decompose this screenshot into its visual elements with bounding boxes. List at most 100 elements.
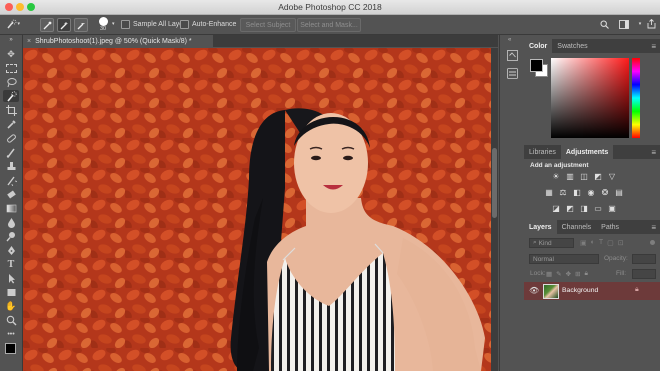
tab-libraries[interactable]: Libraries — [524, 145, 561, 159]
chevron-down-icon[interactable]: ▾ — [636, 18, 644, 30]
clone-stamp-tool-icon[interactable] — [3, 160, 19, 172]
sample-all-layers-checkbox[interactable]: Sample All Layers — [121, 18, 189, 30]
filter-shape-icon[interactable]: ▢ — [607, 239, 614, 247]
fill-field[interactable] — [632, 269, 656, 279]
lock-artboard-icon[interactable]: ⊞ — [575, 270, 580, 278]
collapse-dock-icon[interactable]: « — [508, 37, 511, 43]
color-picker-field[interactable] — [551, 58, 629, 138]
title-bar: Adobe Photoshop CC 2018 — [0, 0, 660, 15]
select-and-mask-button[interactable]: Select and Mask... — [297, 18, 361, 32]
workspace-icon[interactable] — [619, 18, 629, 30]
brightness-contrast-icon[interactable]: ☀ — [551, 172, 561, 181]
marquee-tool-icon[interactable] — [3, 62, 19, 74]
layer-name: Background — [562, 287, 599, 294]
history-brush-tool-icon[interactable] — [3, 174, 19, 186]
tab-paths[interactable]: Paths — [596, 220, 624, 234]
zoom-tool-icon[interactable] — [3, 314, 19, 326]
tab-channels[interactable]: Channels — [557, 220, 597, 234]
visibility-eye-icon[interactable]: 👁︎ — [529, 286, 539, 295]
brush-add-icon — [60, 21, 67, 29]
color-balance-icon[interactable]: ⚖ — [558, 188, 568, 197]
crop-tool-icon[interactable] — [3, 104, 19, 116]
hue-slider[interactable] — [632, 58, 640, 138]
curves-icon[interactable]: ◫ — [579, 172, 589, 181]
levels-icon[interactable]: ▥ — [565, 172, 575, 181]
tab-swatches[interactable]: Swatches — [552, 39, 592, 53]
collapse-toolbar-icon[interactable]: » — [3, 37, 19, 43]
hue-saturation-icon[interactable]: ▦ — [544, 188, 554, 197]
gradient-tool-icon[interactable] — [3, 202, 19, 214]
document-tab-bar: × ShrubPhotoshoot(1).jpeg @ 50% (Quick M… — [23, 35, 498, 47]
add-to-selection-button[interactable] — [57, 18, 71, 32]
tool-preset-picker[interactable]: ▾ — [6, 18, 20, 30]
chevron-down-icon[interactable]: ▾ — [112, 18, 115, 30]
blur-tool-icon[interactable] — [3, 216, 19, 228]
eraser-tool-icon[interactable] — [3, 188, 19, 200]
channel-mixer-icon[interactable]: ❂ — [600, 188, 610, 197]
tab-layers[interactable]: Layers — [524, 220, 557, 234]
black-white-icon[interactable]: ◧ — [572, 188, 582, 197]
filter-adjustment-icon[interactable]: ◐ — [591, 239, 595, 247]
panel-menu-icon[interactable]: ≡ — [651, 42, 656, 51]
opacity-field[interactable] — [632, 254, 656, 264]
opacity-label: Opacity: — [604, 255, 628, 262]
eyedropper-tool-icon[interactable] — [3, 118, 19, 130]
lock-position-icon[interactable]: ✥ — [566, 270, 571, 278]
new-selection-mode-button[interactable] — [40, 18, 54, 32]
healing-brush-tool-icon[interactable] — [3, 132, 19, 144]
scrollbar-thumb[interactable] — [492, 148, 497, 218]
lasso-tool-icon[interactable] — [3, 76, 19, 88]
canvas-vertical-scrollbar[interactable] — [491, 48, 498, 371]
quick-selection-tool-icon[interactable] — [3, 90, 19, 102]
history-panel-icon[interactable] — [505, 49, 519, 61]
exposure-icon[interactable]: ◩ — [593, 172, 603, 181]
filter-pixel-icon[interactable]: ▣ — [580, 239, 587, 247]
foreground-color-swatch[interactable] — [5, 343, 16, 354]
auto-enhance-label: Auto-Enhance — [192, 20, 237, 28]
properties-panel-icon[interactable] — [505, 67, 519, 79]
document-tab[interactable]: × ShrubPhotoshoot(1).jpeg @ 50% (Quick M… — [23, 35, 213, 47]
document-canvas[interactable] — [23, 48, 491, 371]
auto-enhance-checkbox[interactable]: Auto-Enhance — [180, 18, 236, 30]
tab-color[interactable]: Color — [524, 39, 553, 53]
dodge-tool-icon[interactable] — [3, 230, 19, 242]
filter-toggle-icon[interactable] — [650, 240, 655, 245]
more-tools-icon[interactable]: ••• — [3, 328, 19, 340]
posterize-icon[interactable]: ◩ — [565, 204, 575, 213]
share-icon[interactable] — [646, 18, 656, 30]
lock-image-icon[interactable]: ✎ — [556, 270, 561, 278]
lock-transparent-icon[interactable]: ▦ — [546, 270, 552, 278]
panel-menu-icon[interactable]: ≡ — [651, 223, 656, 232]
rectangle-tool-icon[interactable] — [3, 286, 19, 298]
blend-mode-value: Normal — [533, 255, 554, 263]
brush-tool-icon[interactable] — [3, 146, 19, 158]
subtract-from-selection-button[interactable] — [74, 18, 88, 32]
pen-tool-icon[interactable] — [3, 244, 19, 256]
tab-adjustments[interactable]: Adjustments — [560, 145, 614, 159]
layer-lock-icon: 🔒︎ — [635, 286, 639, 293]
gradient-map-icon[interactable]: ▭ — [593, 204, 603, 213]
threshold-icon[interactable]: ◨ — [579, 204, 589, 213]
path-selection-tool-icon[interactable] — [3, 272, 19, 284]
type-tool-icon[interactable]: T — [3, 258, 19, 270]
select-subject-button[interactable]: Select Subject — [240, 18, 296, 32]
search-icon[interactable] — [599, 18, 609, 30]
close-tab-icon[interactable]: × — [27, 38, 31, 45]
blend-mode-select[interactable]: Normal — [529, 254, 599, 264]
color-lookup-icon[interactable]: ▤ — [614, 188, 624, 197]
selective-color-icon[interactable]: ▣ — [607, 204, 617, 213]
lock-all-icon[interactable]: 🔒︎ — [585, 270, 588, 278]
invert-icon[interactable]: ◪ — [551, 204, 561, 213]
filter-smart-icon[interactable]: ⊡ — [618, 239, 624, 247]
brush-size-picker[interactable]: 30 — [93, 16, 113, 32]
foreground-color-swatch[interactable] — [530, 59, 543, 72]
photo-filter-icon[interactable]: ◉ — [586, 188, 596, 197]
move-tool-icon[interactable]: ✥ — [3, 48, 19, 60]
vibrance-icon[interactable]: ▽ — [607, 172, 617, 181]
color-swatches[interactable] — [3, 342, 20, 362]
hand-tool-icon[interactable]: ✋ — [3, 300, 19, 312]
layer-kind-filter[interactable]: ⌕ Kind — [529, 238, 574, 248]
panel-menu-icon[interactable]: ≡ — [651, 148, 656, 157]
filter-type-icon[interactable]: T — [599, 239, 603, 247]
layer-row-background[interactable]: 👁︎ Background 🔒︎ — [524, 282, 660, 300]
